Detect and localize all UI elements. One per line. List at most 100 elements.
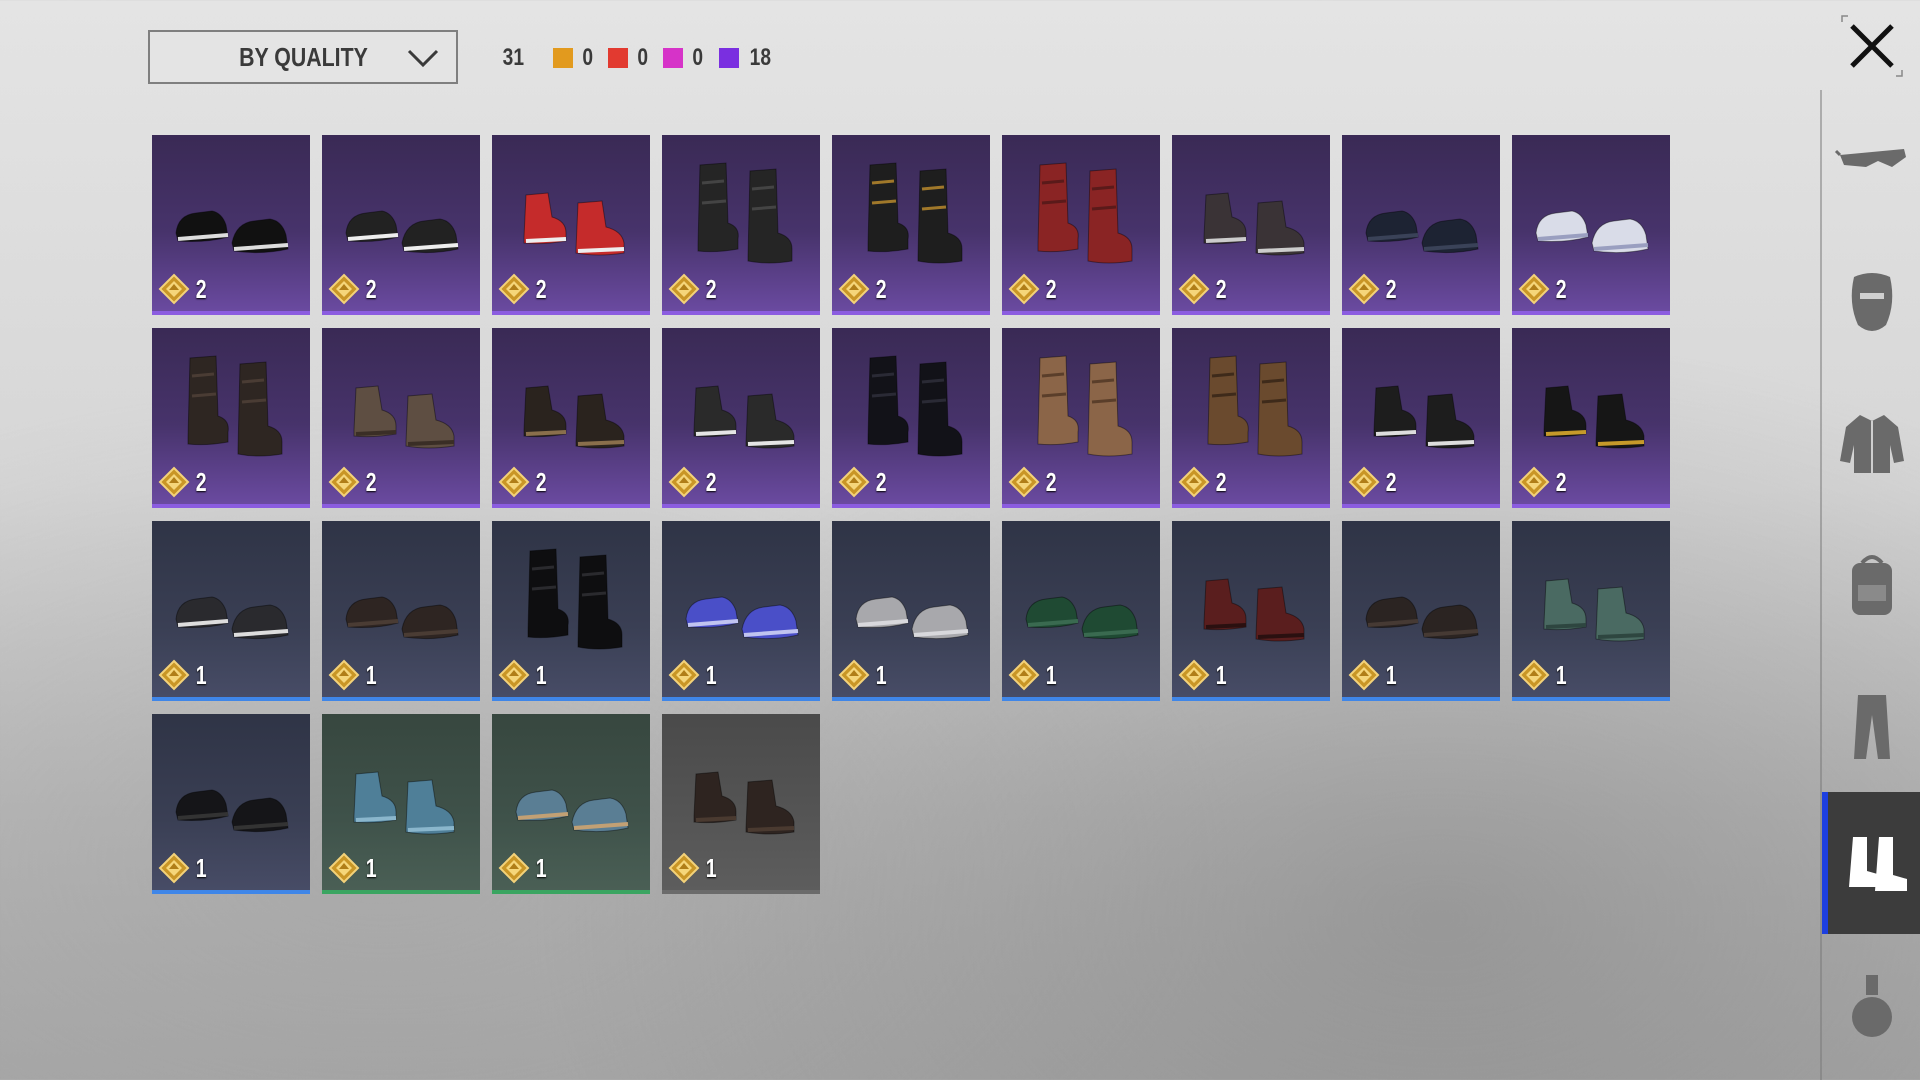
- item-tile[interactable]: 2: [1172, 135, 1330, 315]
- coin-icon: [1348, 659, 1380, 691]
- item-cost: 2: [1178, 466, 1228, 498]
- sidebar-tab-mask[interactable]: [1822, 232, 1920, 374]
- item-tile[interactable]: 1: [492, 521, 650, 701]
- item-tile[interactable]: 2: [492, 328, 650, 508]
- coin-icon: [328, 466, 360, 498]
- item-tile[interactable]: 1: [152, 521, 310, 701]
- item-tile[interactable]: 1: [492, 714, 650, 894]
- coin-icon: [158, 659, 190, 691]
- item-cost: 1: [328, 659, 378, 691]
- item-tile[interactable]: 2: [1172, 328, 1330, 508]
- item-tile[interactable]: 2: [1002, 135, 1160, 315]
- coin-icon: [1178, 466, 1210, 498]
- coin-icon: [1178, 659, 1210, 691]
- glasses-icon: [1834, 149, 1906, 167]
- buckle-boots-icon: [1207, 355, 1303, 457]
- item-cost: 2: [668, 466, 718, 498]
- item-cost: 1: [668, 659, 718, 691]
- item-cost: 1: [328, 852, 378, 884]
- brown-work-boots-icon: [693, 771, 795, 835]
- backpack-icon: [1852, 555, 1892, 615]
- item-cost-value: 2: [365, 466, 377, 497]
- item-tile[interactable]: 1: [662, 714, 820, 894]
- item-tile[interactable]: 2: [832, 135, 990, 315]
- item-tile[interactable]: 1: [1342, 521, 1500, 701]
- item-tile[interactable]: 2: [662, 328, 820, 508]
- dark-high-tops-icon: [1203, 192, 1305, 256]
- sidebar-tab-backpack[interactable]: [1822, 514, 1920, 656]
- item-tile[interactable]: 2: [322, 135, 480, 315]
- item-tile[interactable]: 2: [1512, 328, 1670, 508]
- item-cost-value: 1: [535, 659, 547, 690]
- sort-dropdown[interactable]: BY QUALITY: [148, 30, 458, 84]
- item-tile[interactable]: 2: [1512, 135, 1670, 315]
- coin-icon: [498, 659, 530, 691]
- item-cost-value: 1: [1385, 659, 1397, 690]
- green-sneakers-icon: [1025, 596, 1139, 640]
- teal-chelsea-boots-icon: [1543, 578, 1645, 642]
- item-tile[interactable]: 2: [1342, 328, 1500, 508]
- item-cost: 1: [158, 659, 208, 691]
- coin-icon: [668, 273, 700, 305]
- item-cost: 2: [498, 273, 548, 305]
- coin-icon: [1518, 273, 1550, 305]
- white-sandals-icon: [1535, 210, 1649, 254]
- coin-icon: [1518, 466, 1550, 498]
- item-cost-value: 1: [1555, 659, 1567, 690]
- sidebar-tab-shoes[interactable]: [1822, 792, 1920, 934]
- item-cost-value: 1: [195, 852, 207, 883]
- close-button[interactable]: [1840, 14, 1904, 78]
- item-cost: 1: [498, 659, 548, 691]
- item-cost: 1: [1348, 659, 1398, 691]
- item-tile[interactable]: 1: [1002, 521, 1160, 701]
- item-cost: 2: [1008, 273, 1058, 305]
- sidebar-tab-outfit[interactable]: [1822, 374, 1920, 516]
- item-cost-value: 2: [365, 273, 377, 304]
- sidebar-tab-pants[interactable]: [1822, 656, 1920, 798]
- item-cost-value: 1: [535, 852, 547, 883]
- item-tile[interactable]: 1: [832, 521, 990, 701]
- coin-icon: [158, 273, 190, 305]
- item-tile[interactable]: 2: [152, 328, 310, 508]
- item-cost: 1: [1008, 659, 1058, 691]
- category-sidebar: [1820, 90, 1920, 1080]
- item-cost-value: 2: [195, 466, 207, 497]
- epic-swatch: [718, 48, 739, 68]
- black-trainers-icon: [1373, 385, 1475, 449]
- item-tile[interactable]: 2: [492, 135, 650, 315]
- item-tile[interactable]: 1: [1512, 521, 1670, 701]
- item-tile[interactable]: 2: [1342, 135, 1500, 315]
- coin-icon: [838, 659, 870, 691]
- item-tile[interactable]: 2: [662, 135, 820, 315]
- sidebar-tab-eyewear[interactable]: [1822, 90, 1920, 232]
- item-tile[interactable]: 1: [322, 521, 480, 701]
- coin-icon: [838, 466, 870, 498]
- item-tile[interactable]: 2: [1002, 328, 1160, 508]
- item-cost-value: 1: [365, 659, 377, 690]
- sidebar-tab-grenade[interactable]: [1822, 938, 1920, 1080]
- item-cost: 2: [1008, 466, 1058, 498]
- item-tile[interactable]: 1: [152, 714, 310, 894]
- coin-icon: [158, 852, 190, 884]
- item-tile[interactable]: 1: [1172, 521, 1330, 701]
- pink-count-value: 0: [692, 44, 704, 71]
- coin-icon: [328, 659, 360, 691]
- item-cost: 2: [1348, 273, 1398, 305]
- item-cost: 1: [1518, 659, 1568, 691]
- legendary-count: 0: [552, 44, 594, 72]
- item-cost: 2: [1348, 466, 1398, 498]
- black-sneakers-icon: [345, 210, 459, 254]
- item-cost-value: 2: [875, 273, 887, 304]
- coin-icon: [1008, 659, 1040, 691]
- item-tile[interactable]: 2: [322, 328, 480, 508]
- coin-icon: [838, 273, 870, 305]
- item-cost-value: 2: [535, 466, 547, 497]
- item-cost: 2: [158, 466, 208, 498]
- item-tile[interactable]: 2: [152, 135, 310, 315]
- blue-velcro-sneakers-icon: [685, 596, 799, 640]
- item-tile[interactable]: 2: [832, 328, 990, 508]
- item-tile[interactable]: 1: [662, 521, 820, 701]
- item-cost: 2: [1518, 273, 1568, 305]
- item-cost: 2: [158, 273, 208, 305]
- item-tile[interactable]: 1: [322, 714, 480, 894]
